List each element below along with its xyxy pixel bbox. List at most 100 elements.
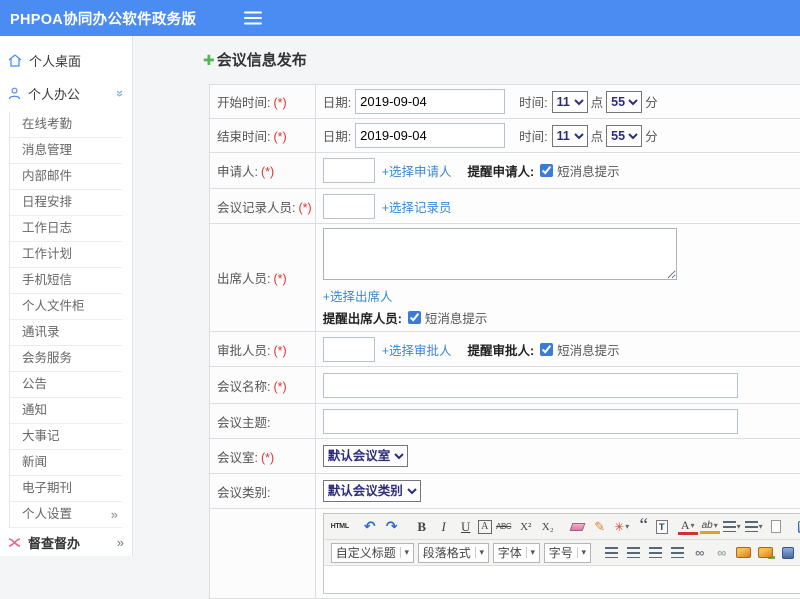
approver-input[interactable]	[323, 337, 375, 362]
sidebar-item[interactable]: 会务服务	[10, 346, 122, 372]
strikethrough-icon[interactable]: ABC	[494, 517, 514, 537]
chevron-right-icon: »	[117, 535, 124, 550]
start-minute-select[interactable]: 55	[606, 91, 642, 113]
app-title: PHPOA协同办公软件政务版	[0, 8, 196, 29]
align-center-icon[interactable]	[624, 543, 644, 563]
redo-icon[interactable]: ↷	[382, 517, 402, 537]
meeting-room-select[interactable]: 默认会议室	[323, 445, 408, 467]
subscript-icon[interactable]: X₂	[538, 517, 558, 537]
date-label: 日期:	[323, 126, 351, 145]
blockquote-icon[interactable]: “	[634, 517, 654, 537]
sidebar-item-label: 新闻	[22, 450, 47, 475]
format-brush-icon[interactable]: ✎	[590, 517, 610, 537]
sidebar-item[interactable]: 工作计划	[10, 242, 122, 268]
choose-approver-link[interactable]: +选择审批人	[382, 340, 452, 359]
form-row-meeting-subject: 会议主题:	[210, 404, 800, 439]
attendees-sms-checkbox[interactable]	[408, 311, 421, 324]
sidebar-item-label: 公告	[22, 372, 47, 397]
remind-label: 提醒审批人:	[468, 340, 535, 359]
sidebar-item-supervise[interactable]: 督查督办 »	[0, 528, 132, 556]
align-left-icon[interactable]	[602, 543, 622, 563]
sidebar-item[interactable]: 大事记	[10, 424, 122, 450]
form-row-attendees: 出席人员:(*) +选择出席人 提醒出席人员: 短消息提示	[210, 224, 800, 332]
sidebar-item-label: 消息管理	[22, 138, 72, 163]
undo-icon[interactable]: ↶	[360, 517, 380, 537]
sidebar-item-label: 电子期刊	[22, 476, 72, 501]
italic-icon[interactable]: I	[434, 517, 454, 537]
form-row-approver: 审批人员:(*) +选择审批人 提醒审批人: 短消息提示	[210, 332, 800, 367]
dropdown-arrow-icon: ▾	[714, 521, 718, 530]
recorder-input[interactable]	[323, 194, 375, 219]
sidebar-submenu: 在线考勤消息管理内部邮件日程安排工作日志工作计划手机短信个人文件柜通讯录会务服务…	[9, 112, 122, 528]
field-label: 会议类别:	[217, 486, 270, 500]
end-hour-select[interactable]: 11	[552, 125, 588, 147]
choose-recorder-link[interactable]: +选择记录员	[382, 197, 452, 216]
meeting-name-input[interactable]	[323, 373, 738, 398]
field-label: 会议记录人员:	[217, 201, 295, 215]
approver-sms-checkbox[interactable]	[540, 343, 553, 356]
sidebar-item[interactable]: 日程安排	[10, 190, 122, 216]
applicant-sms-checkbox[interactable]	[540, 164, 553, 177]
unlink-icon[interactable]: ∞	[712, 543, 732, 563]
start-date-input[interactable]	[355, 89, 505, 114]
attendees-textarea[interactable]	[323, 228, 677, 280]
paragraph-format-select[interactable]: 段落格式▾	[418, 543, 489, 563]
sidebar-item[interactable]: 通知	[10, 398, 122, 424]
bold-icon[interactable]: B	[412, 517, 432, 537]
sidebar-item[interactable]: 内部邮件	[10, 164, 122, 190]
applicant-input[interactable]	[323, 158, 375, 183]
net-image-icon[interactable]	[756, 543, 776, 563]
editor-content[interactable]	[324, 566, 800, 593]
sidebar-item[interactable]: 公告	[10, 372, 122, 398]
meeting-subject-input[interactable]	[323, 409, 738, 434]
sidebar-item[interactable]: 在线考勤	[10, 112, 122, 138]
ordered-list-icon[interactable]: ▾	[722, 517, 742, 537]
font-block-icon[interactable]: A	[478, 520, 492, 534]
paste-word-icon[interactable]: T	[656, 520, 668, 534]
quick-format-icon[interactable]: ✳▾	[612, 517, 632, 537]
font-family-select[interactable]: 字体▾	[493, 543, 540, 563]
font-color-icon[interactable]: A▾	[678, 519, 698, 535]
choose-attendees-link[interactable]: +选择出席人	[323, 290, 393, 304]
end-minute-select[interactable]: 55	[606, 125, 642, 147]
start-hour-select[interactable]: 11	[552, 91, 588, 113]
sidebar-item[interactable]: 手机短信	[10, 268, 122, 294]
sidebar-item[interactable]: 个人文件柜	[10, 294, 122, 320]
end-date-input[interactable]	[355, 123, 505, 148]
fullscreen-icon[interactable]	[796, 517, 800, 537]
sidebar-item[interactable]: 消息管理	[10, 138, 122, 164]
justify-icon[interactable]	[668, 543, 688, 563]
sidebar-item-desktop[interactable]: 个人桌面	[0, 44, 132, 76]
form-row-meeting-name: 会议名称:(*)	[210, 367, 800, 404]
form-row-end-time: 结束时间:(*) 日期: 时间: 11 点 55 分	[210, 119, 800, 153]
unordered-list-icon[interactable]: ▾	[744, 517, 764, 537]
sidebar-item[interactable]: 新闻	[10, 450, 122, 476]
new-page-icon[interactable]	[766, 517, 786, 537]
dropdown-arrow-icon: ▾	[737, 522, 741, 531]
sidebar-item[interactable]: 电子期刊	[10, 476, 122, 502]
dropdown-arrow-icon: ▾	[625, 522, 629, 531]
sidebar-item[interactable]: 通讯录	[10, 320, 122, 346]
user-icon	[8, 87, 21, 100]
media-icon[interactable]	[778, 543, 798, 563]
sidebar-item[interactable]: 工作日志	[10, 216, 122, 242]
underline-icon[interactable]: U	[456, 517, 476, 537]
html-source-icon[interactable]: HTML	[330, 517, 350, 537]
remove-format-icon[interactable]	[568, 517, 588, 537]
dropdown-arrow-icon: ▾	[691, 521, 695, 530]
heading-style-select[interactable]: 自定义标题▾	[331, 543, 414, 563]
form-row-applicant: 申请人:(*) +选择申请人 提醒申请人: 短消息提示	[210, 153, 800, 189]
meeting-type-select[interactable]: 默认会议类别	[323, 480, 421, 502]
time-label: 时间:	[519, 92, 547, 111]
minute-unit: 分	[645, 126, 658, 145]
sidebar-item-office[interactable]: 个人办公 »	[0, 76, 132, 110]
choose-applicant-link[interactable]: +选择申请人	[382, 161, 452, 180]
link-icon[interactable]: ∞	[690, 543, 710, 563]
font-size-select[interactable]: 字号▾	[544, 543, 591, 563]
hamburger-menu-icon[interactable]	[244, 11, 262, 25]
align-right-icon[interactable]	[646, 543, 666, 563]
image-icon[interactable]	[734, 543, 754, 563]
highlight-color-icon[interactable]: ab▾	[700, 519, 720, 534]
sidebar-item[interactable]: 个人设置»	[10, 502, 122, 528]
superscript-icon[interactable]: X²	[516, 517, 536, 537]
